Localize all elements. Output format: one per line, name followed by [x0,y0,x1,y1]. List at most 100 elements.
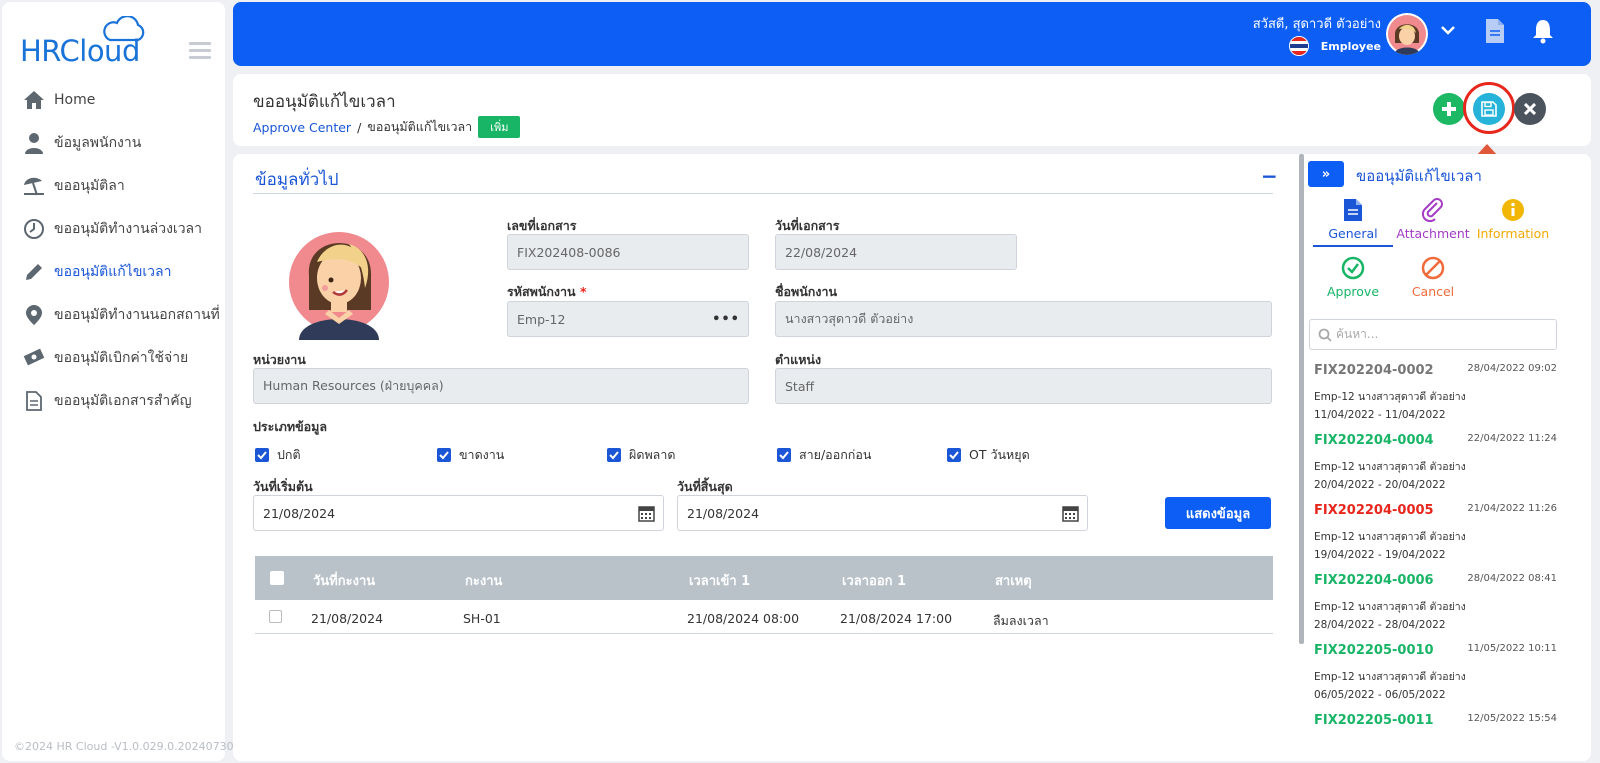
collapse-button[interactable]: − [1261,164,1278,188]
type-checkbox-group: ปกติ ขาดงาน ผิดพลาด สาย/ออกก่อน OT วันหย… [255,445,1255,465]
sidebar-item-label: ขออนุมัติลา [54,177,125,194]
mode-badge: เพิ่ม [478,116,521,138]
request-datetime: 28/04/2022 09:02 [1467,363,1557,374]
request-employee: Emp-12 นางสาวสุดาวดี ตัวอย่าง [1314,531,1466,543]
top-header: สวัสดี, สุดาวดี ตัวอย่าง Employee [233,2,1591,66]
dept-field: Human Resources (ฝ่ายบุคคล) [253,368,749,404]
column-header[interactable]: เวลาเข้า 1 [689,570,750,591]
request-employee: Emp-12 นางสาวสุดาวดี ตัวอย่าง [1314,601,1466,613]
section-title: ข้อมูลทั่วไป [255,170,339,190]
avatar[interactable] [1386,13,1428,55]
document-icon [1344,199,1362,221]
start-date-input[interactable]: 21/08/2024 [253,495,664,531]
search-input[interactable]: ค้นหา... [1309,319,1557,350]
ban-icon [1421,256,1445,280]
tab-label: Attachment [1396,226,1470,241]
tab-label: Approve [1326,284,1380,299]
breadcrumb-link-approve-center[interactable]: Approve Center [253,120,351,135]
menu-toggle-button[interactable] [189,42,211,60]
sidebar-item-expense[interactable]: ขออนุมัติเบิกค่าใช้จ่าย [2,336,225,379]
calendar-icon[interactable] [1062,505,1079,522]
emp-name-field: นางสาวสุดาวดี ตัวอย่าง [775,301,1272,337]
doc-no-label: เลขที่เอกสาร [507,218,577,233]
close-button[interactable] [1514,93,1546,125]
right-panel: » ขออนุมัติแก้ไขเวลา General Attachment … [1307,154,1591,761]
tab-cancel[interactable]: Cancel [1393,256,1473,299]
sidebar-item-leave[interactable]: ขออนุมัติลา [2,164,225,207]
list-item[interactable]: FIX202205-0010 11/05/2022 10:11 Emp-12 นาง… [1307,638,1567,708]
table-row[interactable]: 21/08/2024 SH-01 21/08/2024 08:00 21/08/… [255,600,1273,634]
show-data-button[interactable]: แสดงข้อมูล [1165,497,1271,529]
column-header[interactable]: สาเหตุ [995,570,1032,591]
select-all-checkbox[interactable] [270,571,284,585]
doc-date-field: 22/08/2024 [775,234,1017,270]
end-date-label: วันที่สิ้นสุด [677,479,733,494]
checkbox-normal[interactable]: ปกติ [255,445,301,465]
sidebar-item-time-fix[interactable]: ขออนุมัติแก้ไขเวลา [2,250,225,293]
request-datetime: 12/05/2022 15:54 [1467,713,1557,724]
tab-general[interactable]: General [1313,198,1393,241]
thai-flag-icon[interactable] [1289,36,1309,56]
position-label: ตำแหน่ง [775,352,822,367]
sidebar-item-overtime[interactable]: ขออนุมัติทำงานล่วงเวลา [2,207,225,250]
request-date-range: 06/05/2022 - 06/05/2022 [1314,689,1446,701]
beach-umbrella-icon [22,174,46,198]
sidebar-item-label: ขออนุมัติเบิกค่าใช้จ่าย [54,349,189,366]
sidebar-item-offsite[interactable]: ขออนุมัติทำงานนอกสถานที่ [2,293,225,336]
user-role: Employee [1320,40,1381,53]
plus-icon [1442,102,1456,116]
column-header[interactable]: เวลาออก 1 [842,570,906,591]
tab-approve[interactable]: Approve [1313,256,1393,299]
calendar-icon[interactable] [638,505,655,522]
more-options-icon[interactable]: ••• [712,312,740,327]
tab-information[interactable]: Information [1473,198,1553,241]
request-code: FIX202205-0011 [1314,713,1434,728]
checkbox-ot-holiday[interactable]: OT วันหยุด [947,445,1030,465]
dept-label: หน่วยงาน [253,352,306,367]
request-date-range: 19/04/2022 - 19/04/2022 [1314,549,1446,561]
bell-icon[interactable] [1531,18,1555,44]
map-marker-icon [22,303,46,327]
tab-attachment[interactable]: Attachment [1393,198,1473,241]
info-icon [1502,199,1524,221]
list-item[interactable]: FIX202204-0006 28/04/2022 08:41 Emp-12 นาง… [1307,568,1567,638]
emp-code-label: รหัสพนักงาน * [507,284,587,299]
sidebar-item-home[interactable]: Home [2,78,225,121]
breadcrumb-current: ขออนุมัติแก้ไขเวลา [367,119,473,134]
doc-date-value: 22/08/2024 [785,244,858,260]
general-info-panel: ข้อมูลทั่วไป − เลขที่เอกสาร FIX202408-00… [233,154,1319,761]
request-date-range: 11/04/2022 - 11/04/2022 [1314,409,1446,421]
row-checkbox[interactable] [269,610,282,623]
list-item[interactable]: FIX202204-0005 21/04/2022 11:26 Emp-12 นาง… [1307,498,1567,568]
user-greeting: สวัสดี, สุดาวดี ตัวอย่าง [1252,17,1381,32]
sidebar-item-employee[interactable]: ข้อมูลพนักงาน [2,121,225,164]
hrcloud-logo[interactable]: HRCloud [20,16,160,68]
request-datetime: 28/04/2022 08:41 [1467,573,1557,584]
document-icon[interactable] [1485,18,1505,44]
cell-time-out: 21/08/2024 17:00 [840,611,953,626]
list-item[interactable]: FIX202205-0011 12/05/2022 15:54 [1307,708,1567,761]
column-header[interactable]: วันที่กะงาน [313,570,375,591]
checkbox-late-early[interactable]: สาย/ออกก่อน [777,445,871,465]
request-code: FIX202204-0004 [1314,433,1434,448]
sidebar-item-label: ขออนุมัติเอกสารสำคัญ [54,392,192,409]
list-item[interactable]: FIX202204-0004 22/04/2022 11:24 Emp-12 นาง… [1307,428,1567,498]
column-header[interactable]: กะงาน [465,570,502,591]
end-date-input[interactable]: 21/08/2024 [677,495,1088,531]
emp-code-field[interactable]: Emp-12 ••• [507,301,749,337]
add-button[interactable] [1433,93,1465,125]
check-icon [777,448,791,462]
chevron-down-icon[interactable] [1440,22,1456,38]
list-item[interactable]: FIX202204-0002 28/04/2022 09:02 Emp-12 นาง… [1307,358,1567,428]
cell-date: 21/08/2024 [311,611,384,626]
start-date-label: วันที่เริ่มต้น [253,479,313,494]
request-datetime: 22/04/2022 11:24 [1467,433,1557,444]
request-employee: Emp-12 นางสาวสุดาวดี ตัวอย่าง [1314,461,1466,473]
save-button[interactable] [1473,93,1505,125]
expand-panel-button[interactable]: » [1308,161,1344,187]
sidebar-item-documents[interactable]: ขออนุมัติเอกสารสำคัญ [2,379,225,422]
checkbox-absent[interactable]: ขาดงาน [437,445,504,465]
breadcrumb: Approve Center / ขออนุมัติแก้ไขเวลา เพิ่… [253,116,521,138]
vertical-scrollbar[interactable] [1299,154,1304,644]
checkbox-error[interactable]: ผิดพลาด [607,445,675,465]
